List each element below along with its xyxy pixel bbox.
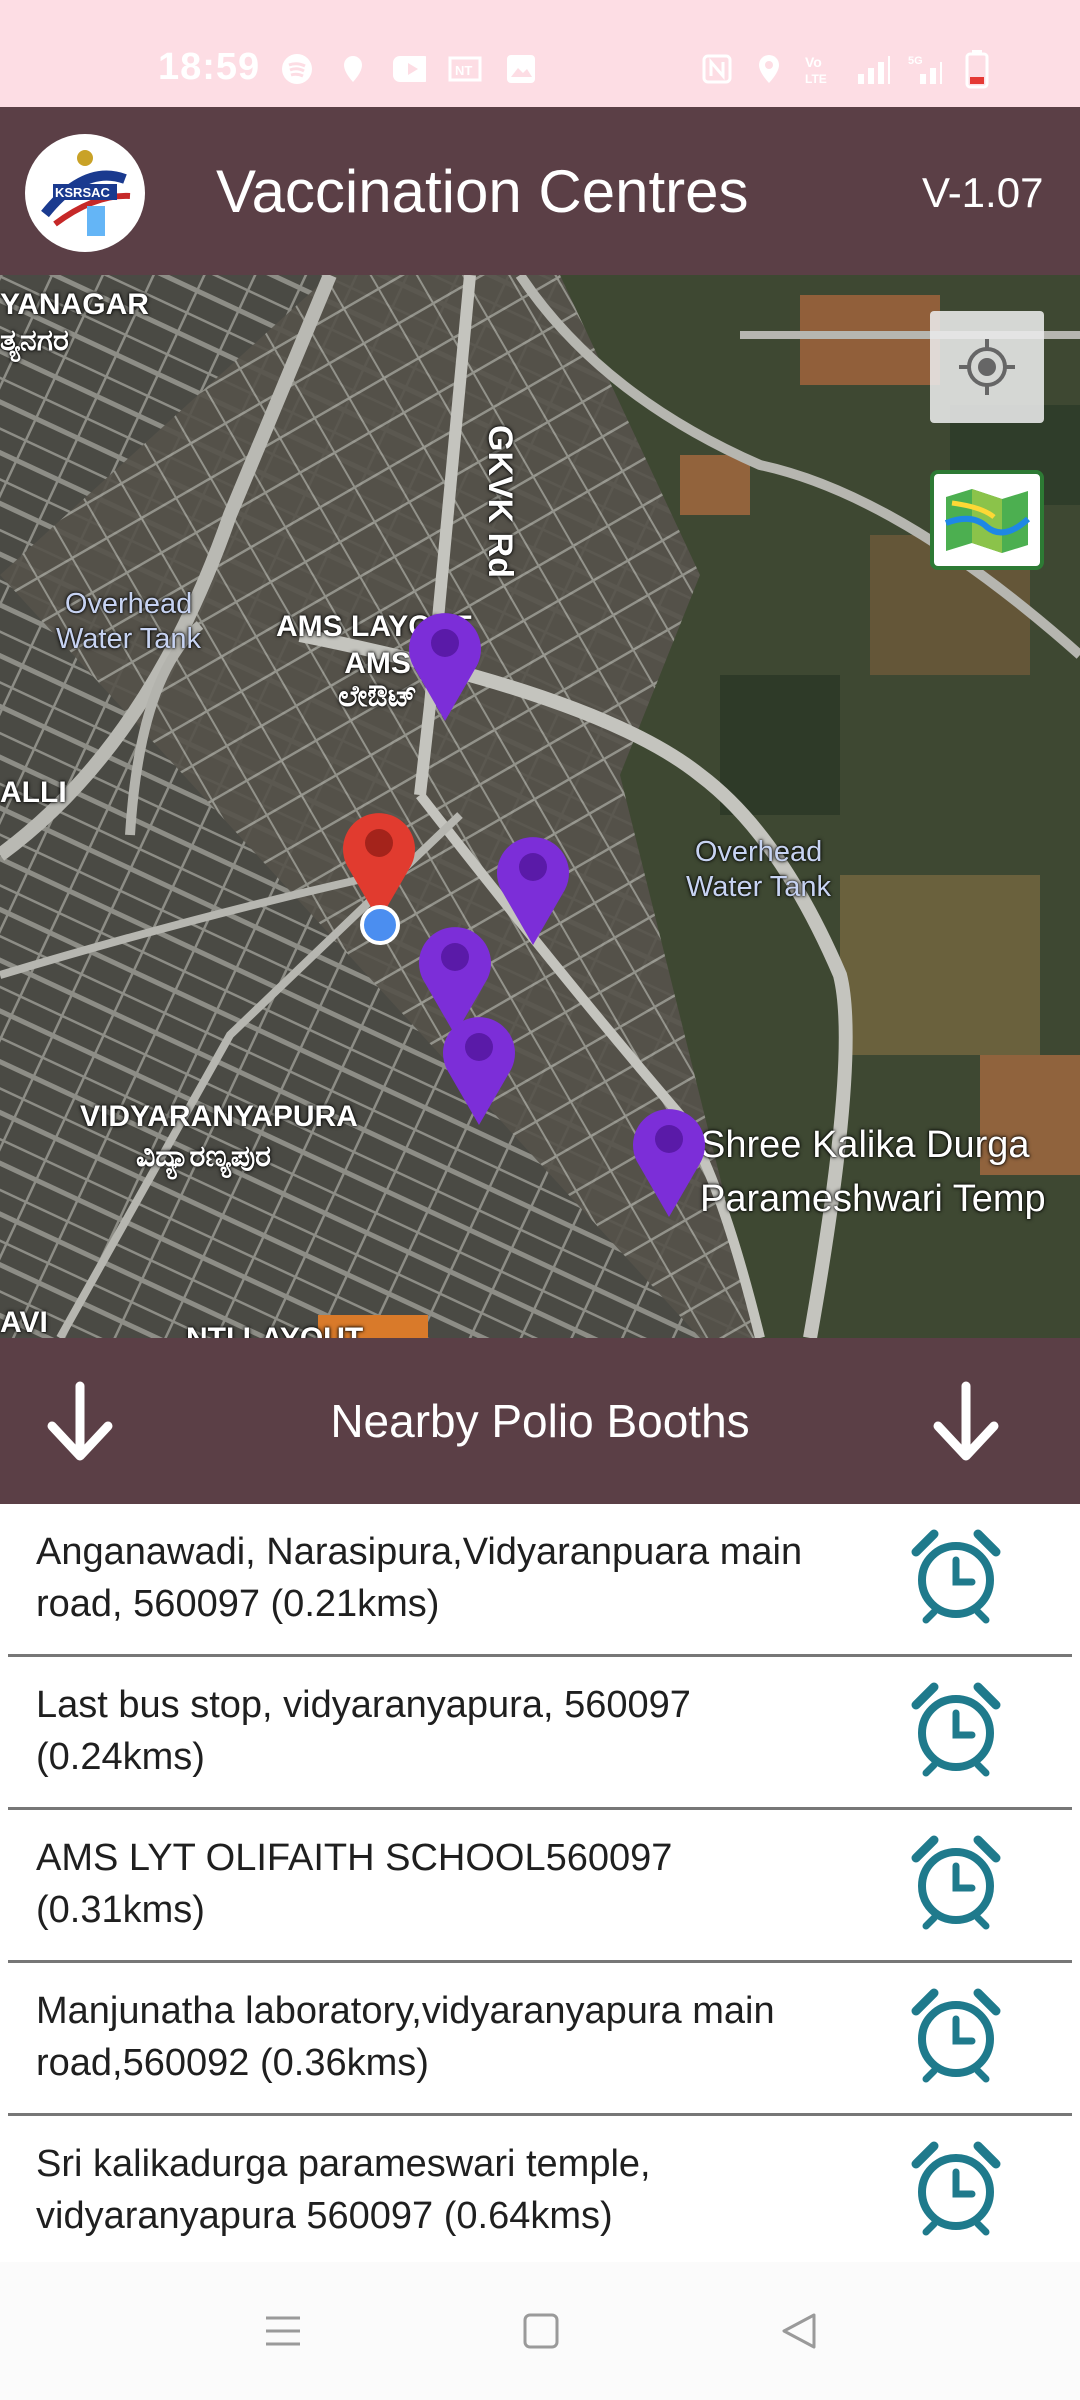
menu-icon[interactable] bbox=[262, 2310, 304, 2352]
svg-text:Vo: Vo bbox=[805, 54, 822, 70]
signal-icon bbox=[856, 52, 890, 86]
ksrsac-logo: KSRSAC bbox=[25, 134, 145, 252]
svg-text:5G: 5G bbox=[908, 55, 923, 67]
app-bar: KSRSAC Vaccination Centres V-1.07 bbox=[0, 107, 1080, 275]
booth-address: Last bus stop, vidyaranyapura, 560097 (0.… bbox=[36, 1684, 691, 1778]
nfc-icon bbox=[700, 52, 734, 86]
alarm-clock-icon[interactable] bbox=[910, 1834, 1002, 1930]
section-title: Nearby Polio Booths bbox=[330, 1395, 750, 1447]
booth-marker[interactable] bbox=[434, 1007, 524, 1127]
map-label-alli: ALLI bbox=[0, 776, 67, 809]
map-label-avi: AVI bbox=[0, 1306, 48, 1338]
battery-low-icon bbox=[960, 50, 994, 89]
logo-text: KSRSAC bbox=[55, 185, 111, 200]
booth-address: Anganawadi, Narasipura,Vidyaranpuara mai… bbox=[36, 1531, 803, 1625]
gallery-icon bbox=[504, 52, 538, 86]
alarm-clock-icon[interactable] bbox=[910, 1681, 1002, 1777]
svg-text:NT: NT bbox=[455, 63, 472, 78]
status-time: 18:59 bbox=[158, 46, 261, 88]
section-header: Nearby Polio Booths bbox=[0, 1338, 1080, 1504]
map-label-vidyaranyapura: VIDYARANYAPURA bbox=[80, 1100, 358, 1133]
booth-marker[interactable] bbox=[400, 603, 490, 723]
map-label-overhead-tank-1: Overhead Water Tank bbox=[56, 588, 202, 655]
crosshair-icon bbox=[959, 339, 1015, 395]
home-icon[interactable] bbox=[520, 2310, 562, 2352]
list-item[interactable]: Sri kalikadurga parameswari temple, vidya… bbox=[0, 2116, 1080, 2269]
booth-marker[interactable] bbox=[624, 1099, 714, 1219]
map-label-temple-line1: Shree Kalika Durga bbox=[700, 1124, 1030, 1166]
list-item[interactable]: Manjunatha laboratory,vidyaranyapura mai… bbox=[0, 1963, 1080, 2116]
notification-icons: NT bbox=[280, 52, 538, 86]
map-label-gkvk-rd: GKVK Rd bbox=[481, 425, 519, 578]
list-item[interactable]: Last bus stop, vidyaranyapura, 560097 (0.… bbox=[0, 1657, 1080, 1810]
map-label-yanagar-kn: ತ್ಯನಗರ bbox=[0, 324, 69, 357]
system-icons: Vo LTE 5G bbox=[700, 50, 994, 89]
nt-icon: NT bbox=[448, 52, 482, 86]
location-icon bbox=[752, 52, 786, 86]
map-label-overhead-tank-2: Overhead Water Tank bbox=[686, 836, 832, 903]
list-item[interactable]: AMS LYT OLIFAITH SCHOOL560097 (0.31kms) bbox=[0, 1810, 1080, 1963]
map-label-temple-line2: Parameshwari Temp bbox=[700, 1178, 1046, 1220]
svg-text:LTE: LTE bbox=[805, 72, 827, 86]
5g-signal-icon: 5G bbox=[908, 52, 942, 86]
my-location-button[interactable] bbox=[930, 311, 1044, 423]
back-icon[interactable] bbox=[778, 2310, 820, 2352]
status-bar: 18:59 NT Vo LTE 5G bbox=[0, 0, 1080, 107]
page-title: Vaccination Centres bbox=[216, 158, 749, 225]
map-type-button[interactable] bbox=[930, 470, 1044, 570]
system-nav-bar bbox=[0, 2262, 1080, 2400]
map-label-vidyaranyapura-kn: ವಿದ್ಯಾರಣ್ಯಪುರ bbox=[136, 1140, 272, 1173]
map-label-ntl-layout: NTI LAYOUT bbox=[186, 1321, 363, 1338]
booth-list: Anganawadi, Narasipura,Vidyaranpuara mai… bbox=[0, 1504, 1080, 2269]
map-view[interactable]: YANAGAR ತ್ಯನಗರ GKVK Rd Overhead Water Ta… bbox=[0, 275, 1080, 1338]
list-item[interactable]: Anganawadi, Narasipura,Vidyaranpuara mai… bbox=[0, 1504, 1080, 1657]
arrow-down-icon bbox=[933, 1381, 999, 1461]
version-label: V-1.07 bbox=[922, 169, 1044, 216]
spotify-icon bbox=[280, 52, 314, 86]
my-location-dot bbox=[360, 905, 400, 945]
map-label-yanagar: YANAGAR bbox=[0, 288, 149, 321]
booth-address: AMS LYT OLIFAITH SCHOOL560097 (0.31kms) bbox=[36, 1837, 673, 1931]
folded-map-icon bbox=[944, 489, 1031, 553]
booth-marker[interactable] bbox=[488, 827, 578, 947]
youtube-icon bbox=[392, 52, 426, 86]
volte-icon: Vo LTE bbox=[804, 52, 838, 86]
alarm-clock-icon[interactable] bbox=[910, 2140, 1002, 2236]
alarm-clock-icon[interactable] bbox=[910, 1528, 1002, 1624]
alarm-clock-icon[interactable] bbox=[910, 1987, 1002, 2083]
pin-icon bbox=[336, 52, 370, 86]
booth-address: Sri kalikadurga parameswari temple, vidya… bbox=[36, 2143, 651, 2237]
booth-address: Manjunatha laboratory,vidyaranyapura mai… bbox=[36, 1990, 775, 2084]
